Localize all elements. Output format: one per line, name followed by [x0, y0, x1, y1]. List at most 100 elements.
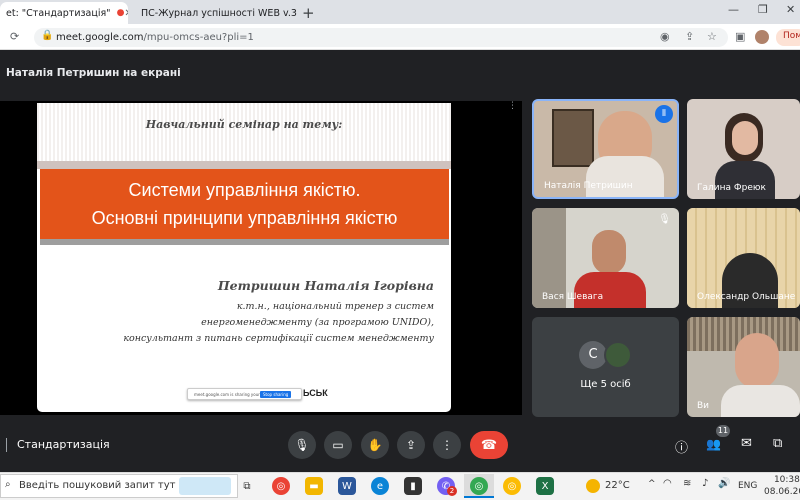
presentation-slide: Навчальний семінар на тему: Системи упра… [37, 103, 451, 412]
more-vertical-icon: ⋮ [441, 438, 453, 452]
task-view-icon[interactable]: ⧉ [238, 477, 256, 495]
other-avatar-letter: С [579, 341, 607, 369]
participant-face [732, 121, 758, 155]
meeting-name: Стандартизація [17, 438, 110, 451]
people-icon[interactable]: 👥 [706, 437, 721, 451]
language-indicator[interactable]: ENG [738, 481, 757, 491]
slide-title-line1: Системи управління якістю. [128, 180, 361, 200]
tab-label: et: "Стандартизація" [6, 7, 111, 19]
microphone-icon: 🎙 [294, 438, 310, 452]
slide-title-line2: Основні принципи управління якістю [91, 208, 398, 228]
participant-tile-halyna[interactable]: Галина Фреюк [687, 99, 800, 199]
maximize-icon[interactable]: ❐ [758, 3, 768, 16]
meeting-info-icon[interactable]: ⓘ [675, 437, 688, 456]
participant-name: Олександр Ольшане [697, 292, 796, 302]
close-window-icon[interactable]: ✕ [786, 3, 795, 16]
camera-permission-icon[interactable]: ◉ [660, 29, 670, 45]
slide-credentials: к.т.н., національний тренер з систем ене… [123, 299, 434, 347]
minimize-icon[interactable]: — [728, 3, 739, 16]
close-tab-icon[interactable]: ✕ [297, 8, 298, 19]
chrome-active-icon: ◎ [470, 477, 488, 495]
video-camera-icon: ▭ [332, 438, 344, 452]
search-placeholder: Введіть пошуковий запит тут [19, 480, 176, 491]
chrome-profile-icon[interactable]: ◎ [503, 477, 521, 495]
slide-band-top [37, 161, 451, 169]
credentials-line1: к.т.н., національний тренер з систем [236, 301, 434, 312]
presenter-label: Наталія Петришин на екрані [6, 67, 181, 79]
clock-date: 08.06.202 [764, 487, 800, 497]
tab-journal[interactable]: ПС-Журнал успішності WEB v.3 ✕ [130, 2, 298, 24]
participant-tile-vasya[interactable]: 🎙 Вася Шевага [532, 208, 679, 308]
profile-button[interactable]: Пом [776, 29, 800, 46]
edge-icon[interactable]: e [371, 477, 389, 495]
activities-icon[interactable]: ⧉ [773, 436, 782, 451]
excel-icon[interactable]: X [536, 477, 554, 495]
share-icon[interactable]: ⇪ [685, 29, 694, 45]
search-highlight-image [179, 477, 231, 495]
slide-title: Системи управління якістю. Основні принц… [40, 176, 449, 232]
chat-icon[interactable]: ✉ [741, 436, 752, 451]
participant-name: Наталія Петришин [544, 181, 633, 191]
reload-icon[interactable]: ⟳ [10, 29, 19, 45]
recording-dot-icon: ● [116, 8, 125, 18]
tray-chevron-icon[interactable]: ^ [648, 479, 656, 489]
chrome-icon[interactable]: ◎ [272, 477, 290, 495]
word-icon[interactable]: W [338, 477, 356, 495]
slide-author: Петришин Наталія Ігорівна [217, 278, 434, 293]
weather-sun-icon [586, 479, 600, 493]
weather-temp[interactable]: 22°C [605, 480, 630, 491]
participant-shirt [721, 385, 800, 417]
url-path: /mpu-omcs-aeu?pli=1 [143, 32, 254, 43]
taskbar-search[interactable]: ⌕ Введіть пошуковий запит тут [0, 474, 238, 498]
speaking-indicator-icon: ⦀ [655, 105, 673, 123]
wifi-icon[interactable]: ≋ [683, 478, 691, 489]
present-icon: ⇪ [405, 438, 417, 452]
speaker-icon[interactable]: 🔊 [718, 478, 730, 489]
participant-name: Ви [697, 401, 710, 411]
file-explorer-icon[interactable]: ▬ [305, 477, 323, 495]
slide-texture [37, 103, 451, 161]
network-icon[interactable]: ◠ [663, 478, 672, 489]
volume-icon[interactable]: ♪ [702, 478, 708, 489]
more-options-button[interactable]: ⋮ [433, 431, 461, 459]
new-tab-icon[interactable]: + [302, 4, 315, 22]
credentials-line2: енергоменеджменту (за програмою UNIDO), [201, 317, 434, 328]
raise-hand-button[interactable]: ✋ [361, 431, 389, 459]
participants-count-badge: 11 [716, 425, 730, 437]
stage-more-icon[interactable]: ⋮ [508, 101, 517, 111]
url-host: meet.google.com [56, 32, 144, 43]
wall-painting [552, 109, 594, 167]
clock-time: 10:38 [773, 475, 800, 485]
meeting-divider [6, 438, 7, 452]
participant-face [592, 230, 626, 274]
participant-tile-self[interactable]: Ви [687, 317, 800, 417]
search-icon: ⌕ [5, 479, 11, 490]
address-bar[interactable]: 🔒 meet.google.com/mpu-omcs-aeu?pli=1 [34, 28, 728, 47]
sharing-notice: meet.google.com is sharing your screen S… [187, 388, 302, 400]
participant-tile-natalia[interactable]: ⦀ Наталія Петришин [532, 99, 679, 199]
leave-call-button[interactable]: ☎ [470, 431, 508, 459]
others-label: Ще 5 осіб [580, 379, 631, 390]
participant-name: Вася Шевага [542, 292, 604, 302]
participant-tile-oleksandr[interactable]: Олександр Ольшане [687, 208, 800, 308]
close-tab-icon[interactable]: ✕ [124, 8, 128, 19]
participant-face [735, 333, 779, 389]
bookmark-star-icon[interactable]: ☆ [707, 29, 717, 45]
camera-button[interactable]: ▭ [324, 431, 352, 459]
slide-band-bottom [40, 239, 449, 245]
microphone-button[interactable]: 🎙 [288, 431, 316, 459]
clock[interactable]: 10:38 08.06.202 [764, 474, 800, 498]
hand-icon: ✋ [367, 438, 383, 452]
slide-bottom-text: ЬСЬК [303, 388, 328, 398]
side-panel-icon[interactable]: ▣ [735, 29, 745, 45]
slide-header: Навчальний семінар на тему: [145, 118, 343, 131]
participant-shirt [715, 161, 775, 199]
present-screen-button[interactable]: ⇪ [397, 431, 425, 459]
other-avatar-photo [604, 341, 632, 369]
participant-shirt [586, 156, 664, 197]
app-icon[interactable]: ▮ [404, 477, 422, 495]
others-tile[interactable]: С Ще 5 осіб [532, 317, 679, 417]
tab-meet[interactable]: et: "Стандартизація" ● ✕ [0, 2, 128, 24]
stop-sharing-button[interactable]: Stop sharing [260, 391, 292, 398]
profile-avatar[interactable] [755, 30, 769, 44]
